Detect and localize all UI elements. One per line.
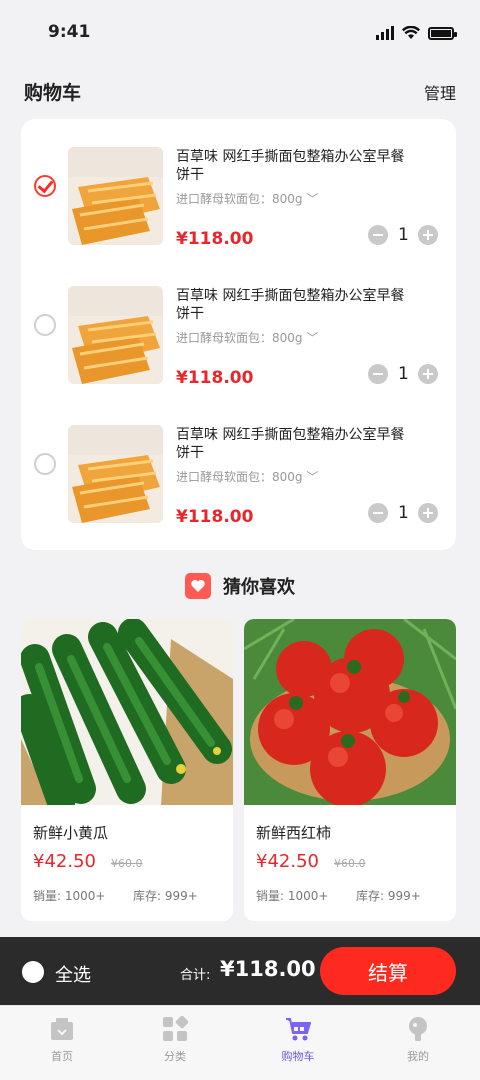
product-price: ¥118.00	[176, 229, 254, 249]
product-name[interactable]: 百草味 网红手撕面包整箱办公室早餐饼干	[176, 426, 411, 462]
signal-icon	[376, 26, 394, 40]
heart-icon	[185, 573, 211, 599]
original-price: ¥60.0	[111, 857, 143, 870]
product-image-cucumber[interactable]	[21, 619, 233, 814]
tab-profile[interactable]: 我的	[378, 1014, 458, 1076]
product-card[interactable]: 新鲜西红柿 ¥42.50 ¥60.0 销量: 1000+ 库存: 999+	[244, 619, 456, 921]
checkout-bar: 全选 合计: ¥118.00 结算	[0, 937, 480, 1005]
sales-count: 销量: 1000+	[33, 889, 106, 903]
page-header: 购物车 管理	[0, 74, 480, 110]
cart-item: 百草味 网红手撕面包整箱办公室早餐饼干 进口酵母软面包：800g ﹀ ¥118.…	[21, 258, 456, 388]
quantity-stepper: 1	[368, 364, 438, 384]
status-bar: 9:41	[0, 0, 480, 64]
recommend-header: 猜你喜欢	[0, 571, 480, 601]
item-checkbox[interactable]	[34, 314, 56, 336]
product-name: 新鲜西红柿	[256, 824, 332, 842]
home-icon	[49, 1016, 75, 1042]
quantity-value: 1	[398, 503, 409, 523]
tab-home[interactable]: 首页	[22, 1014, 102, 1076]
decrease-button[interactable]	[368, 364, 388, 384]
quantity-stepper: 1	[368, 503, 438, 523]
total-amount: ¥118.00	[220, 957, 316, 981]
product-thumbnail[interactable]	[68, 286, 163, 384]
product-price: ¥42.50	[256, 851, 319, 872]
product-name[interactable]: 百草味 网红手撕面包整箱办公室早餐饼干	[176, 287, 411, 323]
quantity-stepper: 1	[368, 225, 438, 245]
manage-button[interactable]: 管理	[424, 80, 456, 104]
product-price: ¥118.00	[176, 368, 254, 388]
battery-icon	[428, 26, 457, 40]
product-price: ¥118.00	[176, 507, 254, 527]
increase-button[interactable]	[418, 225, 438, 245]
tab-category[interactable]: 分类	[135, 1014, 215, 1076]
item-checkbox[interactable]	[34, 175, 56, 197]
checkout-button[interactable]: 结算	[320, 947, 456, 995]
product-thumbnail[interactable]	[68, 147, 163, 245]
tab-label: 分类	[164, 1050, 186, 1063]
profile-icon	[405, 1016, 431, 1042]
tab-bar: 首页 分类 购物车 我的	[0, 1005, 480, 1080]
product-card[interactable]: 新鲜小黄瓜 ¥42.50 ¥60.0 销量: 1000+ 库存: 999+	[21, 619, 233, 921]
stock-count: 库存: 999+	[356, 889, 421, 903]
decrease-button[interactable]	[368, 225, 388, 245]
status-time: 9:41	[48, 22, 91, 42]
tab-label: 首页	[51, 1050, 73, 1063]
stock-count: 库存: 999+	[133, 889, 198, 903]
product-spec-select[interactable]: 进口酵母软面包：800g ﹀	[176, 190, 318, 207]
product-thumbnail[interactable]	[68, 425, 163, 523]
cart-icon	[285, 1016, 312, 1042]
increase-button[interactable]	[418, 364, 438, 384]
recommend-title: 猜你喜欢	[223, 577, 295, 598]
wifi-icon	[402, 26, 420, 39]
tab-label: 我的	[407, 1050, 429, 1063]
cart-list: 百草味 网红手撕面包整箱办公室早餐饼干 进口酵母软面包：800g ﹀ ¥118.…	[21, 119, 456, 550]
product-image-tomato[interactable]	[244, 619, 456, 807]
product-name: 新鲜小黄瓜	[33, 824, 109, 842]
product-name[interactable]: 百草味 网红手撕面包整箱办公室早餐饼干	[176, 148, 411, 184]
original-price: ¥60.0	[334, 857, 366, 870]
product-spec-select[interactable]: 进口酵母软面包：800g ﹀	[176, 329, 318, 346]
product-price: ¥42.50	[33, 851, 96, 872]
page-title: 购物车	[24, 82, 82, 104]
status-icons	[376, 26, 457, 40]
cart-item: 百草味 网红手撕面包整箱办公室早餐饼干 进口酵母软面包：800g ﹀ ¥118.…	[21, 397, 456, 527]
increase-button[interactable]	[418, 503, 438, 523]
item-checkbox[interactable]	[34, 453, 56, 475]
tab-label: 购物车	[281, 1050, 315, 1063]
select-all-checkbox[interactable]	[22, 961, 44, 983]
quantity-value: 1	[398, 364, 409, 384]
tab-cart[interactable]: 购物车	[258, 1014, 338, 1076]
total-label: 合计:	[180, 968, 211, 983]
product-spec-select[interactable]: 进口酵母软面包：800g ﹀	[176, 468, 318, 485]
cart-item: 百草味 网红手撕面包整箱办公室早餐饼干 进口酵母软面包：800g ﹀ ¥118.…	[21, 119, 456, 249]
sales-count: 销量: 1000+	[256, 889, 329, 903]
category-icon	[162, 1015, 189, 1042]
decrease-button[interactable]	[368, 503, 388, 523]
quantity-value: 1	[398, 225, 409, 245]
select-all-label[interactable]: 全选	[55, 961, 91, 987]
